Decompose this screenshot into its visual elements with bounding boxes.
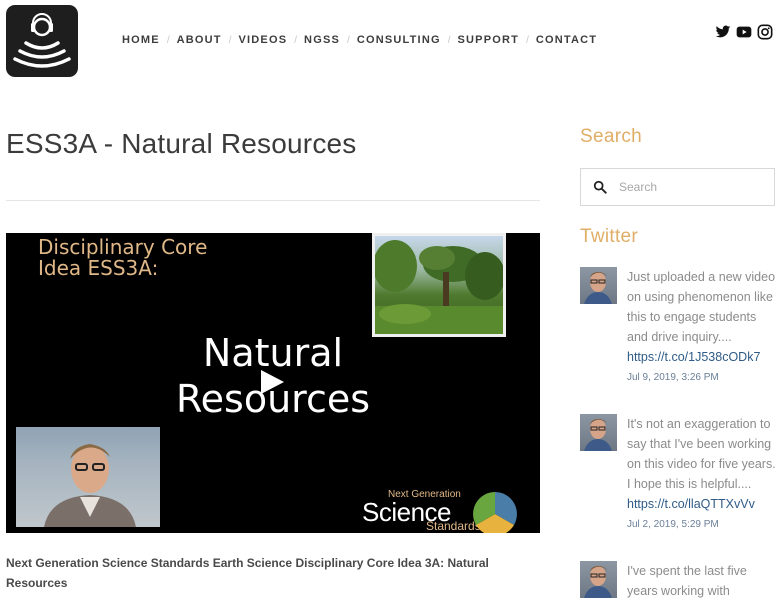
main-nav: HOME / ABOUT / VIDEOS / NGSS / CONSULTIN…: [122, 33, 597, 47]
tweet-text: Just uploaded a new video on using pheno…: [627, 270, 776, 344]
search-heading: Search: [580, 126, 643, 147]
tweet-text: It's not an exaggeration to say that I'v…: [627, 417, 776, 491]
video-player[interactable]: Disciplinary Core Idea ESS3A: Natural Re…: [6, 233, 540, 533]
ngss-logo: Next Generation Science Standards: [362, 489, 522, 533]
nav-consulting[interactable]: CONSULTING: [357, 34, 441, 46]
headphones-logo-icon: [13, 13, 71, 68]
nav-separator: /: [294, 34, 298, 46]
ngss-pie-icon: [473, 492, 517, 533]
avatar[interactable]: [580, 414, 617, 451]
video-overlay-text: Disciplinary Core Idea ESS3A:: [38, 235, 208, 280]
tweet-date[interactable]: Jul 9, 2019, 3:26 PM: [627, 372, 777, 383]
tweet-text: I've spent the last five years working w…: [627, 564, 747, 598]
search-input[interactable]: [617, 179, 761, 195]
twitter-icon[interactable]: [715, 24, 731, 40]
nav-home[interactable]: HOME: [122, 34, 160, 46]
nav-separator: /: [447, 34, 451, 46]
play-icon[interactable]: [261, 370, 284, 394]
site-logo[interactable]: [6, 5, 78, 77]
twitter-heading: Twitter: [580, 226, 639, 247]
nav-contact[interactable]: CONTACT: [536, 34, 597, 46]
search-icon: [593, 180, 607, 194]
nav-separator: /: [347, 34, 350, 46]
youtube-icon[interactable]: [736, 24, 752, 40]
nav-ngss[interactable]: NGSS: [304, 34, 340, 46]
presenter-thumbnail: [16, 427, 160, 527]
nav-separator: /: [228, 34, 232, 46]
avatar[interactable]: [580, 267, 617, 304]
avatar[interactable]: [580, 561, 617, 598]
nav-separator: /: [526, 34, 529, 46]
tweet-link[interactable]: https://t.co/1J538cODk7: [627, 347, 777, 367]
social-links: [715, 24, 773, 40]
tweet-date[interactable]: Jul 2, 2019, 5:29 PM: [627, 519, 777, 530]
page-title: ESS3A - Natural Resources: [6, 128, 357, 159]
nav-support[interactable]: SUPPORT: [458, 34, 520, 46]
tweet-link[interactable]: https://t.co/llaQTTXvVv: [627, 494, 777, 514]
title-divider: [6, 200, 540, 201]
nav-about[interactable]: ABOUT: [177, 34, 222, 46]
search-box[interactable]: [580, 168, 775, 206]
nav-separator: /: [166, 34, 170, 46]
video-caption: Next Generation Science Standards Earth …: [6, 556, 489, 590]
instagram-icon[interactable]: [757, 24, 773, 40]
video-landscape-image: [372, 233, 506, 337]
nav-videos[interactable]: VIDEOS: [238, 34, 287, 46]
